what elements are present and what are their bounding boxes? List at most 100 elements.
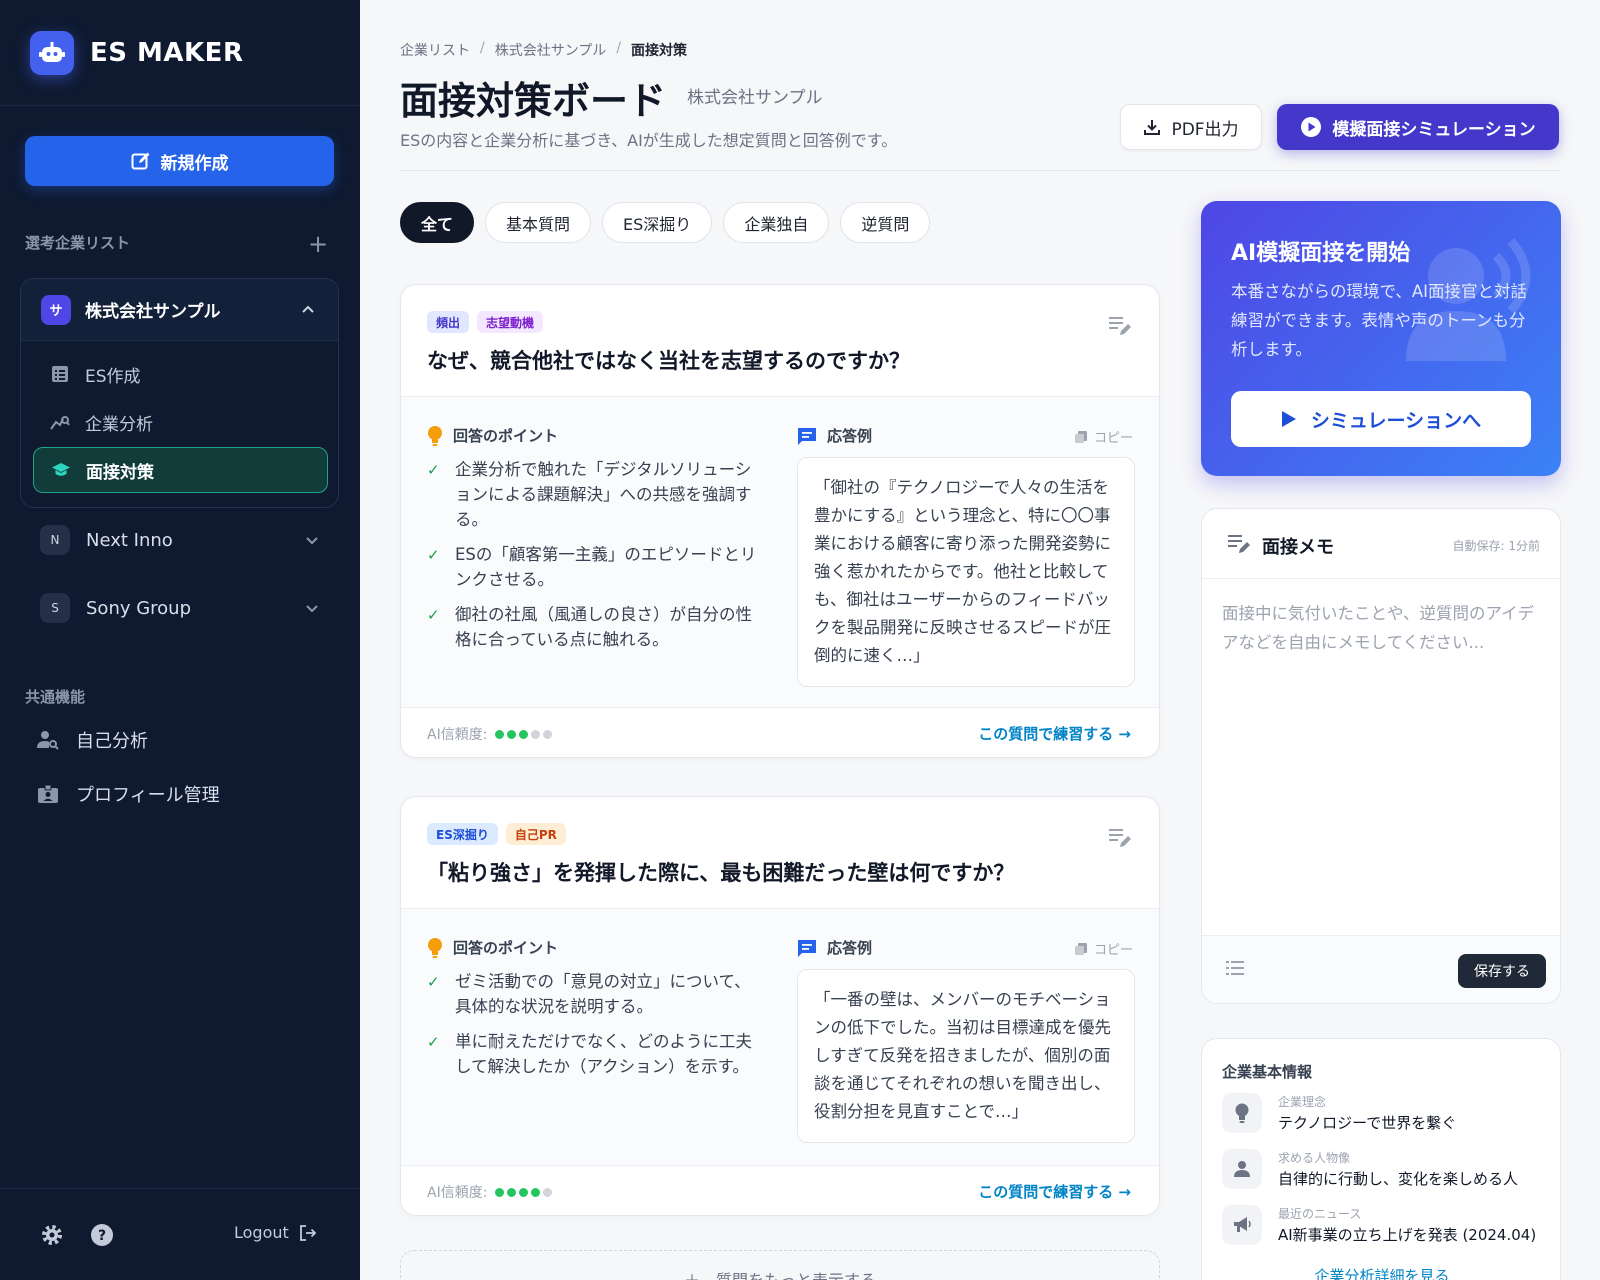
tab-all[interactable]: 全て — [400, 202, 475, 243]
confidence-dot — [519, 1187, 529, 1197]
start-simulation-button[interactable]: シミュレーションへ — [1231, 391, 1531, 447]
confidence-dot — [543, 1187, 553, 1197]
company-list-label: 選考企業リスト — [25, 234, 131, 252]
logout-label: Logout — [234, 1223, 289, 1242]
question-title: 「粘り強さ」を発揮した際に、最も困難だった壁は何ですか？ — [427, 861, 1015, 885]
company-name: Sony Group — [86, 597, 192, 619]
company-badge: N — [40, 525, 70, 555]
tab-basic[interactable]: 基本質問 — [485, 202, 592, 243]
company-group-sample: サ 株式会社サンプル ES作成 企業分析 面接対策 — [20, 278, 339, 508]
chevron-up-icon[interactable] — [302, 304, 314, 316]
check-icon: ✓ — [427, 461, 440, 479]
company-next-inno[interactable]: N Next Inno — [40, 522, 330, 558]
tab-reverse[interactable]: 逆質問 — [840, 202, 931, 243]
question-card: ES深掘り 自己PR 「粘り強さ」を発揮した際に、最も困難だった壁は何ですか？ … — [400, 796, 1160, 1216]
list-item: ✓ ゼミ活動での「意見の対立」について、具体的な状況を説明する。 — [427, 969, 757, 1019]
practice-link[interactable]: この質問で練習する → — [978, 723, 1131, 744]
tag-badge: 自己PR — [505, 823, 566, 845]
person-search-icon — [36, 730, 60, 750]
sidebar-item-es[interactable]: ES作成 — [33, 351, 328, 397]
confidence-dot — [531, 729, 541, 739]
save-button[interactable]: 保存する — [1458, 954, 1546, 988]
practice-link[interactable]: この質問で練習する → — [978, 1181, 1131, 1202]
confidence-label: AI信頼度: — [427, 1185, 488, 1201]
points-heading: 回答のポイント — [427, 425, 558, 446]
copy-button[interactable]: コピー — [1074, 427, 1133, 446]
chevron-down-icon[interactable] — [306, 534, 318, 546]
nav-profile[interactable]: プロフィール管理 — [36, 776, 220, 812]
breadcrumb-current: 面接対策 — [631, 43, 688, 59]
logout-button[interactable]: Logout — [234, 1223, 317, 1242]
answer-example: 「一番の壁は、メンバーのモチベーションの低下でした。当初は目標達成を優先しすぎて… — [797, 969, 1135, 1143]
ai-confidence: AI信頼度: — [427, 1182, 553, 1202]
edit-note-icon — [1228, 535, 1250, 553]
show-more-button[interactable]: ＋ 質問をもっと表示する — [400, 1250, 1160, 1280]
add-company-icon[interactable]: + — [308, 230, 328, 258]
new-create-button[interactable]: 新規作成 — [25, 136, 334, 186]
info-label: 最近のニュース — [1278, 1207, 1362, 1221]
page-description: ESの内容と企業分析に基づき、AIが生成した想定質問と回答例です。 — [400, 131, 898, 150]
tab-es-deep[interactable]: ES深掘り — [602, 202, 713, 243]
points-list: ✓ ゼミ活動での「意見の対立」について、具体的な状況を説明する。 ✓ 単に耐えただけ… — [427, 969, 757, 1089]
list-item: ✓ 単に耐えただけでなく、どのように工夫して解決したか（アクション）を示す。 — [427, 1029, 757, 1079]
nav-label: プロフィール管理 — [76, 785, 220, 806]
check-icon: ✓ — [427, 546, 440, 564]
logout-icon — [299, 1224, 317, 1241]
list-item: ✓ 御社の社風（風通しの良さ）が自分の性格に合っている点に触れる。 — [427, 602, 757, 652]
tag-badge: 頻出 — [427, 311, 470, 333]
breadcrumb-separator: / — [480, 40, 485, 56]
edit-note-icon[interactable] — [1107, 825, 1133, 851]
breadcrumb-item[interactable]: 企業リスト — [400, 40, 470, 60]
tab-company-specific[interactable]: 企業独自 — [723, 202, 830, 243]
question-title: なぜ、競合他社ではなく当社を志望するのですか？ — [427, 349, 910, 373]
question-footer: AI信頼度: この質問で練習する → — [401, 1165, 1159, 1215]
document-list-icon — [49, 363, 71, 385]
ai-mock-interview-card: AI模擬面接を開始 本番さながらの環境で、AI面接官と対話練習ができます。表情や… — [1201, 201, 1561, 476]
check-icon: ✓ — [427, 606, 440, 624]
pdf-export-label: PDF出力 — [1171, 119, 1239, 140]
pdf-export-button[interactable]: PDF出力 — [1120, 104, 1262, 150]
sidebar-item-analysis[interactable]: 企業分析 — [33, 399, 328, 445]
answer-example: 「御社の『テクノロジーで人々の生活を豊かにする』という理念と、特に〇〇事業におけ… — [797, 457, 1135, 687]
nav-label: 自己分析 — [76, 731, 148, 752]
list-item: ✓ 企業分析で触れた「デジタルソリューションによる課題解決」への共感を強調する。 — [427, 457, 757, 532]
info-value: AI新事業の立ち上げを発表 (2024.04) — [1278, 1226, 1537, 1244]
memo-textarea[interactable] — [1202, 579, 1560, 935]
bullet-list-icon[interactable] — [1226, 960, 1244, 976]
company-header[interactable]: サ 株式会社サンプル — [21, 279, 338, 341]
sidebar-item-interview[interactable]: 面接対策 — [33, 447, 328, 493]
breadcrumb-item[interactable]: 株式会社サンプル — [495, 40, 607, 60]
points-list: ✓ 企業分析で触れた「デジタルソリューションによる課題解決」への共感を強調する。 … — [427, 457, 757, 662]
gear-icon[interactable] — [40, 1223, 64, 1247]
point-text: 単に耐えただけでなく、どのように工夫して解決したか（アクション）を示す。 — [455, 1032, 752, 1076]
chat-icon — [798, 939, 816, 957]
chevron-down-icon[interactable] — [306, 602, 318, 614]
nav-self-analysis[interactable]: 自己分析 — [36, 722, 148, 758]
page-title: 面接対策ボード — [400, 79, 667, 123]
confidence-dot — [507, 1187, 517, 1197]
lightbulb-icon — [428, 425, 442, 446]
points-label: 回答のポイント — [453, 427, 559, 445]
confidence-dot — [495, 1187, 505, 1197]
lightbulb-icon — [1222, 1093, 1262, 1133]
company-sony-group[interactable]: S Sony Group — [40, 590, 330, 626]
mock-interview-button[interactable]: 模擬面接シミュレーション — [1277, 104, 1559, 150]
edit-note-icon[interactable] — [1107, 313, 1133, 339]
point-text: 企業分析で触れた「デジタルソリューションによる課題解決」への共感を強調する。 — [455, 460, 752, 529]
confidence-dots — [495, 729, 553, 739]
graduation-cap-icon — [50, 459, 72, 481]
company-analysis-link[interactable]: 企業分析詳細を見る — [1202, 1265, 1562, 1280]
info-row: 最近のニュース AI新事業の立ち上げを発表 (2024.04) — [1222, 1205, 1542, 1249]
point-text: ゼミ活動での「意見の対立」について、具体的な状況を説明する。 — [455, 972, 751, 1016]
analytics-icon — [49, 411, 71, 433]
copy-label: コピー — [1093, 431, 1133, 446]
confidence-dots — [495, 1187, 553, 1197]
play-circle-icon — [1301, 117, 1322, 137]
breadcrumb-separator: / — [616, 40, 622, 56]
filter-tabs: 全て 基本質問 ES深掘り 企業独自 逆質問 — [400, 202, 931, 243]
page-company: 株式会社サンプル — [687, 88, 823, 108]
copy-button[interactable]: コピー — [1074, 939, 1133, 958]
company-name: 株式会社サンプル — [85, 302, 221, 322]
help-icon[interactable]: ? — [90, 1223, 114, 1247]
new-create-label: 新規作成 — [160, 153, 229, 174]
